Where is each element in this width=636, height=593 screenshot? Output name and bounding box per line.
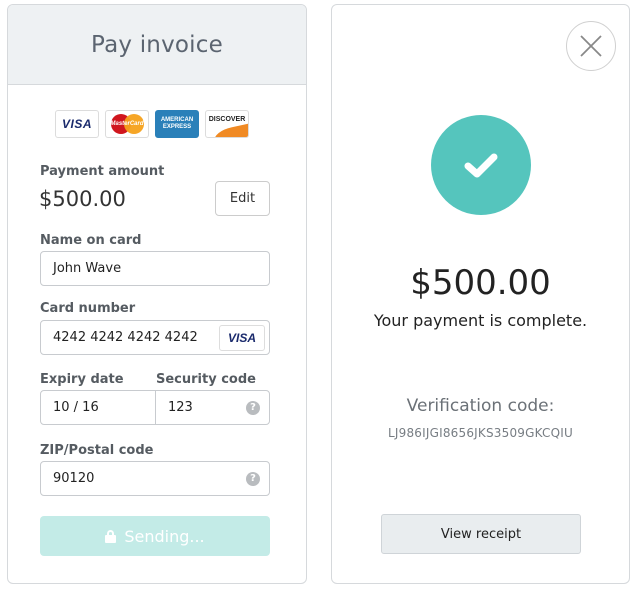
close-button[interactable] bbox=[566, 21, 616, 71]
mastercard-logo-text: MasterCard bbox=[110, 121, 144, 127]
submit-payment-button[interactable]: Sending... bbox=[40, 516, 270, 556]
pay-invoice-header: Pay invoice bbox=[8, 5, 306, 85]
expiry-date-value: 10 / 16 bbox=[53, 400, 99, 415]
security-code-value: 123 bbox=[168, 400, 193, 415]
close-icon bbox=[580, 35, 602, 57]
expiry-date-input[interactable]: 10 / 16 bbox=[41, 391, 156, 424]
payment-amount-label: Payment amount bbox=[40, 164, 165, 179]
amex-logo-icon: AMERICAN EXPRESS bbox=[155, 110, 199, 138]
paid-amount: $500.00 bbox=[410, 263, 551, 303]
name-on-card-input[interactable]: John Wave bbox=[40, 251, 270, 286]
help-icon[interactable]: ? bbox=[246, 400, 260, 415]
card-number-value: 4242 4242 4242 4242 bbox=[53, 330, 198, 345]
card-number-input[interactable]: 4242 4242 4242 4242 VISA bbox=[40, 320, 270, 355]
discover-swoosh bbox=[212, 123, 248, 137]
name-on-card-label: Name on card bbox=[40, 233, 142, 248]
lock-icon bbox=[105, 529, 117, 543]
amex-logo-text: AMERICAN EXPRESS bbox=[160, 117, 194, 130]
pay-invoice-panel: Pay invoice VISA MasterCard AMERICAN EXP… bbox=[7, 4, 307, 584]
card-number-label: Card number bbox=[40, 301, 136, 316]
page-title: Pay invoice bbox=[91, 31, 223, 58]
payment-amount: $500.00 bbox=[39, 187, 126, 211]
discover-logo-text: DISCOVER bbox=[208, 116, 246, 123]
verification-code: LJ986IJGI8656JKS3509GKCQIU bbox=[387, 426, 573, 440]
name-on-card-value: John Wave bbox=[53, 261, 122, 276]
help-icon[interactable]: ? bbox=[246, 471, 260, 486]
expiry-security-group: 10 / 16 123 ? bbox=[40, 390, 270, 425]
security-code-label: Security code bbox=[156, 372, 256, 387]
accepted-cards: VISA MasterCard AMERICAN EXPRESS DISCOVE… bbox=[55, 110, 249, 138]
zip-code-value: 90120 bbox=[53, 471, 95, 486]
detected-card-brand-icon: VISA bbox=[219, 325, 265, 351]
view-receipt-button[interactable]: View receipt bbox=[381, 514, 581, 554]
verification-code-label: Verification code: bbox=[406, 396, 555, 416]
zip-code-input[interactable]: 90120 ? bbox=[40, 461, 270, 496]
visa-logo-text: VISA bbox=[61, 117, 92, 131]
payment-complete-panel: $500.00 Your payment is complete. Verifi… bbox=[331, 4, 630, 584]
mastercard-logo-icon: MasterCard bbox=[105, 110, 149, 138]
payment-complete-message: Your payment is complete. bbox=[373, 311, 588, 330]
edit-amount-button[interactable]: Edit bbox=[215, 181, 270, 216]
checkmark-icon bbox=[464, 153, 498, 178]
visa-logo-icon: VISA bbox=[55, 110, 99, 138]
expiry-date-label: Expiry date bbox=[40, 372, 124, 387]
zip-code-label: ZIP/Postal code bbox=[40, 443, 154, 458]
security-code-input[interactable]: 123 ? bbox=[156, 391, 269, 424]
submit-payment-label: Sending... bbox=[124, 526, 205, 546]
discover-logo-icon: DISCOVER bbox=[205, 110, 249, 138]
success-badge bbox=[431, 115, 531, 215]
